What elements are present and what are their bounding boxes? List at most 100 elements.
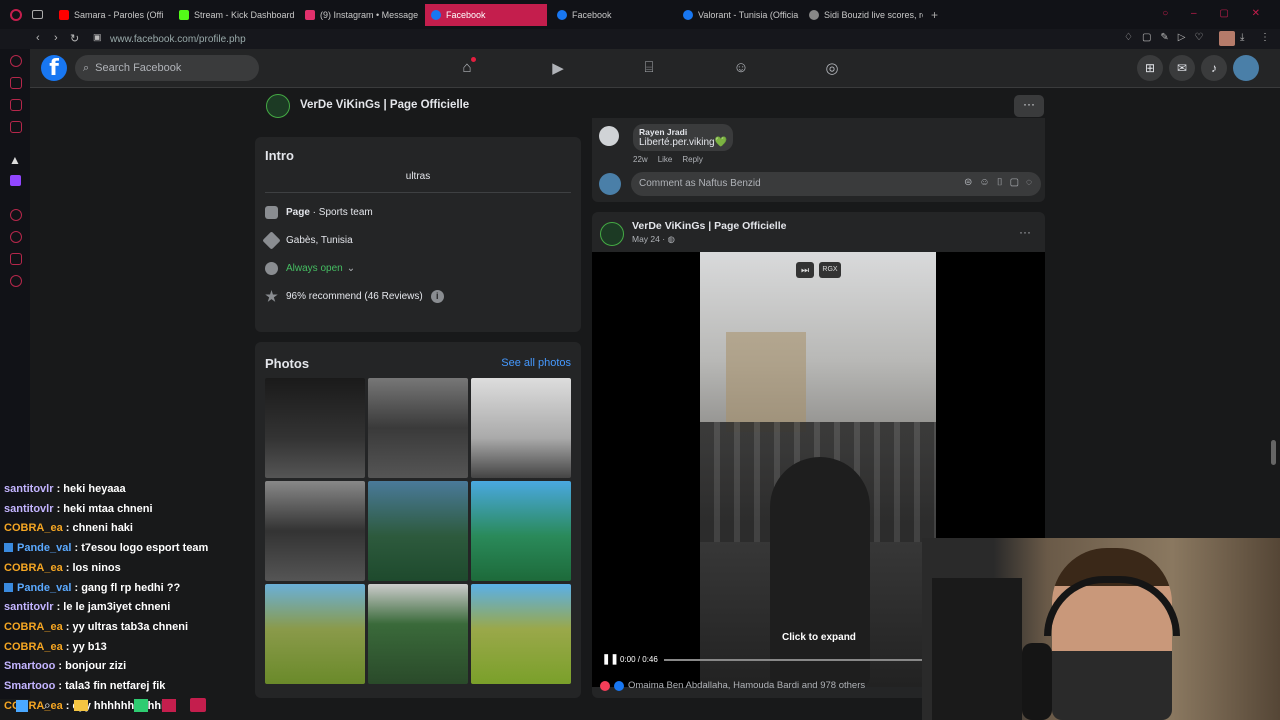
location-pin-icon (262, 231, 281, 250)
chat-username[interactable]: Smartooo (4, 680, 55, 692)
url-text[interactable]: www.facebook.com/profile.php (110, 34, 246, 45)
browser-tab[interactable]: Stream - Kick Dashboard (173, 4, 295, 26)
chat-username[interactable]: santitovlr (4, 503, 54, 515)
photo-thumbnail[interactable] (368, 584, 468, 684)
account-avatar[interactable] (1233, 55, 1259, 81)
photo-thumbnail[interactable] (471, 378, 571, 478)
chat-username[interactable]: COBRA_ea (4, 641, 63, 653)
photo-thumbnail[interactable] (368, 481, 468, 581)
like-link[interactable]: Like (658, 155, 673, 164)
composer-icons[interactable]: ⊜☺⌷▢◌ (964, 177, 1039, 188)
new-tab-button[interactable]: + (931, 8, 938, 22)
avatar[interactable] (599, 126, 619, 146)
app-icon[interactable] (190, 698, 206, 712)
comment-composer: Comment as Naftus Benzid ⊜☺⌷▢◌ (599, 172, 1041, 196)
extension-icons[interactable]: ♢▢✎▷♡ (1124, 32, 1212, 43)
photo-thumbnail[interactable] (471, 481, 571, 581)
file-explorer-icon[interactable] (74, 700, 88, 711)
quality-button[interactable]: RGX (819, 262, 841, 278)
hours-text[interactable]: Always open (286, 263, 343, 274)
chat-username[interactable]: COBRA_ea (4, 621, 63, 633)
page-title[interactable]: VerDe ViKinGs | Page Officielle (300, 99, 469, 111)
comment-author[interactable]: Rayen Jradi (639, 127, 727, 137)
profile-avatar-icon[interactable] (1219, 31, 1235, 46)
see-all-photos-link[interactable]: See all photos (501, 357, 571, 369)
pause-icon[interactable]: ❚❚ (602, 654, 619, 665)
tab-manager-icon[interactable] (32, 10, 43, 19)
browser-tab[interactable]: Facebook (551, 4, 673, 26)
download-icon[interactable]: ⤓ (1240, 32, 1244, 43)
gaming-icon[interactable]: ◎ (823, 59, 841, 77)
groups-icon[interactable]: ☺ (732, 59, 750, 77)
photo-thumbnail[interactable] (265, 481, 365, 581)
sidebar-play-icon[interactable] (10, 209, 22, 221)
forward-icon[interactable]: › (54, 32, 58, 44)
video-icon[interactable]: ▶ (549, 59, 567, 77)
browser-tab[interactable]: Sidi Bouzid live scores, re (803, 4, 923, 26)
chat-username[interactable]: santitovlr (4, 483, 54, 495)
intro-title: Intro (265, 148, 294, 163)
browser-tab[interactable]: (9) Instagram • Message (299, 4, 421, 26)
sidebar-video-icon[interactable] (10, 121, 22, 133)
progress-track[interactable] (664, 659, 924, 661)
browser-tab-active[interactable]: Facebook (425, 3, 547, 26)
reactions-summary[interactable]: Omaima Ben Abdallaha, Hamouda Bardi and … (600, 680, 865, 691)
photo-thumbnail[interactable] (265, 584, 365, 684)
reply-link[interactable]: Reply (682, 155, 702, 164)
sidebar-app-icon[interactable]: ▲ (9, 153, 21, 167)
notifications-bell-icon[interactable]: ♪ (1201, 55, 1227, 81)
category-label[interactable]: Page (286, 207, 310, 218)
post-author[interactable]: VerDe ViKinGs | Page Officielle (632, 220, 786, 232)
post-date[interactable]: May 24 · ◍ (632, 234, 675, 245)
chat-username[interactable]: Smartooo (4, 660, 55, 672)
search-input[interactable]: ⌕ Search Facebook (75, 55, 259, 81)
info-icon[interactable]: i (430, 290, 444, 303)
skip-button[interactable]: ⏭ (796, 262, 814, 278)
window-controls[interactable]: ○ – ▢ ✕ (1162, 8, 1270, 19)
skip-icon: ⏭ (800, 265, 810, 275)
twitch-icon[interactable] (10, 175, 21, 186)
messenger-icon[interactable]: ✉ (1169, 55, 1195, 81)
expand-label[interactable]: Click to expand (782, 632, 856, 643)
facebook-logo-icon[interactable]: f (41, 55, 67, 81)
menu-grid-icon[interactable]: ⊞ (1137, 55, 1163, 81)
chat-username[interactable]: COBRA_ea (4, 562, 63, 574)
chat-username[interactable]: COBRA_ea (4, 522, 63, 534)
page-scrollbar[interactable] (1271, 440, 1276, 465)
post-more-icon[interactable]: ··· (1019, 225, 1031, 239)
hours-row[interactable]: Always open ⌄ (265, 262, 355, 275)
sidebar-bag-icon[interactable] (10, 77, 22, 89)
sidebar-clock-icon[interactable] (10, 231, 22, 243)
search-icon[interactable]: ⌕ (44, 698, 51, 713)
sidebar-history-icon[interactable] (10, 55, 22, 67)
sidebar-message-icon[interactable] (10, 99, 22, 111)
reload-icon[interactable]: ↻ (70, 32, 79, 45)
photo-thumbnail[interactable] (368, 378, 468, 478)
page-avatar[interactable] (266, 94, 290, 118)
microphone (1022, 643, 1052, 720)
chat-username[interactable]: santitovlr (4, 601, 54, 613)
browser-tab[interactable]: Samara - Paroles (Offi (53, 4, 169, 26)
app-icon[interactable] (134, 699, 148, 712)
comment-time[interactable]: 22w (633, 155, 648, 164)
browser-tab[interactable]: Valorant - Tunisia (Officia (677, 4, 799, 26)
page-more-button[interactable]: ··· (1014, 95, 1044, 117)
chat-message: Pande_val : t7esou logo esport team (4, 542, 208, 554)
browser-menu-dots-icon[interactable]: ⋮ (1260, 32, 1270, 43)
sidebar-bulb-icon[interactable] (10, 253, 22, 265)
post-author-avatar[interactable] (600, 222, 624, 246)
photo-thumbnail[interactable] (265, 378, 365, 478)
chat-username[interactable]: Pande_val (17, 582, 71, 594)
category-value: · Sports team (309, 207, 373, 218)
windows-start-icon[interactable] (16, 700, 28, 712)
browser-menu-icon[interactable] (10, 8, 22, 21)
kick-icon (179, 9, 189, 20)
photo-thumbnail[interactable] (471, 584, 571, 684)
chevron-down-icon[interactable]: ⌄ (347, 263, 355, 274)
back-icon[interactable]: ‹ (36, 32, 40, 44)
app-icon[interactable] (162, 699, 176, 712)
avatar[interactable] (599, 173, 621, 195)
sidebar-settings-icon[interactable] (10, 275, 22, 287)
chat-username[interactable]: Pande_val (17, 542, 71, 554)
marketplace-icon[interactable]: ⌸ (640, 59, 658, 77)
